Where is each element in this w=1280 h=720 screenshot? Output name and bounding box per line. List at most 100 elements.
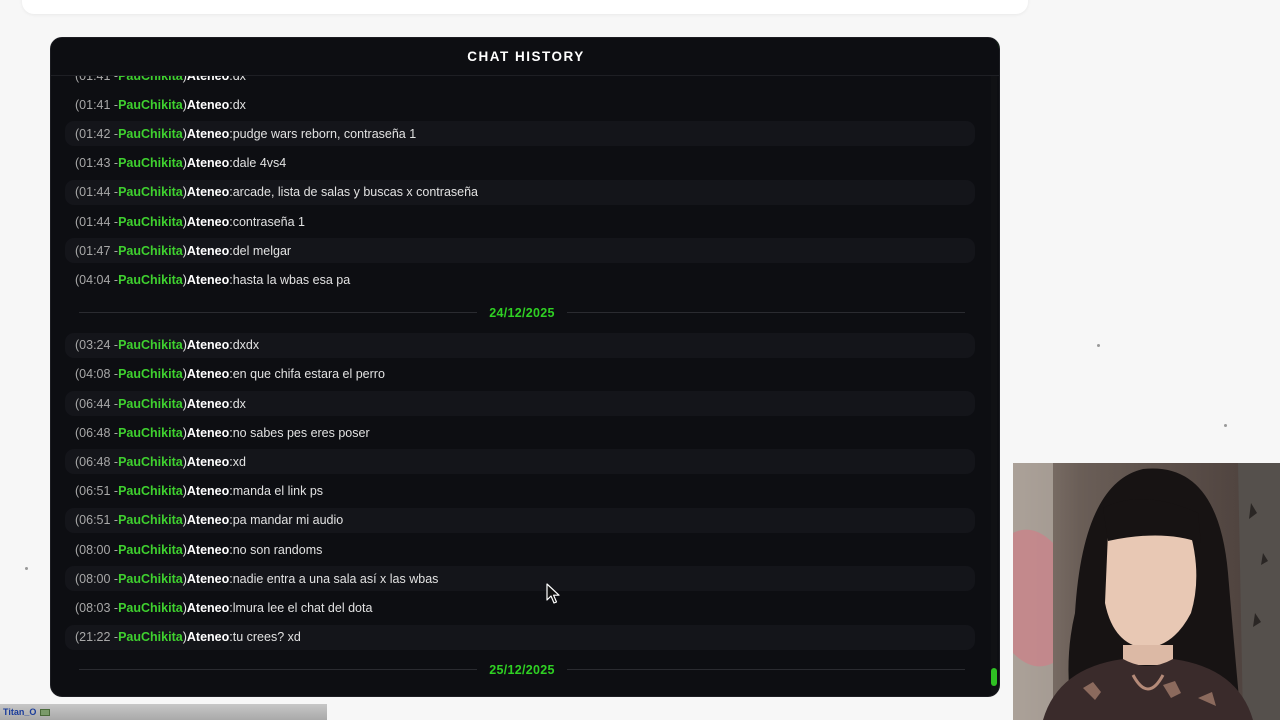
- message-author: Ateneo: [186, 513, 230, 528]
- message-username: PauChikita: [118, 484, 183, 499]
- message-text: dale 4vs4: [232, 156, 287, 171]
- message-author: Ateneo: [186, 97, 230, 112]
- message-username: PauChikita: [118, 513, 183, 528]
- chat-message-row[interactable]: (06:51 - PauChikita) Ateneo: manda el li…: [65, 479, 975, 504]
- date-label: 25/12/2025: [489, 662, 555, 677]
- message-text: xd: [232, 454, 246, 469]
- chat-history-panel: CHAT HISTORY (01:41 - PauChikita) Ateneo…: [50, 37, 1000, 697]
- message-timestamp: (08:00 -: [75, 542, 119, 557]
- message-text: nadie entra a una sala así x las wbas: [232, 571, 439, 586]
- message-timestamp: (04:08 -: [75, 367, 119, 382]
- chat-message-row[interactable]: (08:00 - PauChikita) Ateneo: no son rand…: [65, 537, 975, 562]
- message-timestamp: (01:44 -: [75, 185, 119, 200]
- message-author: Ateneo: [186, 214, 230, 229]
- message-timestamp: (08:03 -: [75, 600, 119, 615]
- separator-line: [79, 312, 478, 314]
- chat-message-row[interactable]: (08:03 - PauChikita) Ateneo: lmura lee e…: [65, 595, 975, 620]
- background-speck: [1097, 344, 1100, 347]
- message-username: PauChikita: [118, 185, 183, 200]
- message-username: PauChikita: [118, 243, 183, 258]
- taskbar-thumbnail-icon[interactable]: [40, 708, 51, 716]
- message-text: dx: [233, 76, 246, 83]
- chat-message-row[interactable]: (04:08 - PauChikita) Ateneo: en que chif…: [65, 362, 975, 387]
- chat-message-row[interactable]: (06:48 - PauChikita) Ateneo: xd: [65, 449, 975, 475]
- background-speck: [1224, 424, 1227, 427]
- chat-message-list[interactable]: (01:41 - PauChikita) Ateneo: dx (01:41 - …: [65, 76, 975, 696]
- date-label: 24/12/2025: [489, 305, 555, 320]
- chat-message-row[interactable]: (06:51 - PauChikita) Ateneo: pa mandar m…: [65, 507, 975, 533]
- chat-message-row[interactable]: (01:43 - PauChikita) Ateneo: dale 4vs4: [65, 151, 975, 176]
- message-timestamp: (01:42 -: [75, 126, 119, 141]
- message-author: Ateneo: [186, 338, 230, 353]
- chat-message-row[interactable]: (01:41 - PauChikita) Ateneo: dx: [65, 92, 975, 117]
- message-timestamp: (06:51 -: [75, 484, 119, 499]
- message-username: PauChikita: [118, 454, 183, 469]
- message-text: dxdx: [232, 338, 260, 353]
- message-text: pa mandar mi audio: [232, 513, 344, 528]
- date-separator: 25/12/2025: [79, 660, 965, 680]
- message-timestamp: (03:24 -: [75, 338, 119, 353]
- message-author: Ateneo: [186, 396, 230, 411]
- taskbar-label[interactable]: Titan_O: [3, 707, 36, 717]
- message-text: manda el link ps: [232, 484, 324, 499]
- chat-message-row[interactable]: (01:42 - PauChikita) Ateneo: pudge wars …: [65, 121, 975, 147]
- mouse-pointer-icon: [546, 583, 560, 604]
- message-timestamp: (01:44 -: [75, 214, 119, 229]
- message-timestamp: (01:41 -: [75, 97, 119, 112]
- message-author: Ateneo: [186, 542, 230, 557]
- chat-message-row[interactable]: (21:22 - PauChikita) Ateneo: tu crees? x…: [65, 624, 975, 650]
- message-text: dx: [232, 396, 246, 411]
- message-timestamp: (06:51 -: [75, 513, 119, 528]
- message-timestamp: (04:04 -: [75, 272, 119, 287]
- message-timestamp: (06:48 -: [75, 425, 119, 440]
- message-text: no sabes pes eres poser: [232, 425, 370, 440]
- message-author: Ateneo: [187, 76, 229, 83]
- message-username: PauChikita: [118, 97, 183, 112]
- chat-message-row[interactable]: (01:41 - PauChikita) Ateneo: dx: [65, 76, 975, 88]
- background-speck: [25, 567, 28, 570]
- message-timestamp: (01:47 -: [75, 243, 119, 258]
- message-timestamp: (06:44 -: [75, 396, 119, 411]
- message-username: PauChikita: [118, 571, 183, 586]
- message-author: Ateneo: [186, 571, 230, 586]
- message-timestamp: (06:48 -: [75, 454, 119, 469]
- message-text: del melgar: [232, 243, 292, 258]
- chat-message-row[interactable]: (06:48 - PauChikita) Ateneo: no sabes pe…: [65, 420, 975, 445]
- webcam-image: [1013, 463, 1280, 720]
- message-text: dx: [232, 97, 246, 112]
- message-text: hasta la wbas esa pa: [232, 272, 351, 287]
- message-text: en que chifa estara el perro: [232, 367, 385, 382]
- chat-message-row[interactable]: (01:47 - PauChikita) Ateneo: del melgar: [65, 238, 975, 264]
- message-username: PauChikita: [118, 76, 183, 83]
- message-username: PauChikita: [118, 338, 183, 353]
- separator-line: [566, 669, 965, 671]
- message-author: Ateneo: [186, 484, 230, 499]
- chat-message-row[interactable]: (01:44 - PauChikita) Ateneo: contraseña …: [65, 209, 975, 234]
- message-text: tu crees? xd: [232, 630, 301, 645]
- chat-message-row[interactable]: (03:24 - PauChikita) Ateneo: dxdx: [65, 332, 975, 358]
- chat-message-row[interactable]: (08:00 - PauChikita) Ateneo: nadie entra…: [65, 566, 975, 592]
- message-author: Ateneo: [186, 367, 230, 382]
- message-timestamp: (21:22 -: [75, 630, 119, 645]
- message-text: arcade, lista de salas y buscas x contra…: [232, 185, 479, 200]
- message-timestamp: (01:43 -: [75, 156, 119, 171]
- chat-message-row[interactable]: (06:44 - PauChikita) Ateneo: dx: [65, 391, 975, 416]
- message-text: pudge wars reborn, contraseña 1: [232, 126, 417, 141]
- message-timestamp: (01:41 -: [75, 76, 118, 83]
- scrollbar-track[interactable]: [991, 46, 997, 694]
- separator-line: [566, 312, 965, 314]
- message-username: PauChikita: [118, 425, 183, 440]
- message-author: Ateneo: [186, 425, 230, 440]
- message-username: PauChikita: [118, 272, 183, 287]
- message-author: Ateneo: [186, 126, 230, 141]
- message-author: Ateneo: [186, 243, 230, 258]
- message-author: Ateneo: [186, 454, 230, 469]
- message-author: Ateneo: [186, 156, 230, 171]
- top-card: [22, 0, 1028, 14]
- taskbar[interactable]: Titan_O: [0, 704, 327, 720]
- chat-message-row[interactable]: (04:04 - PauChikita) Ateneo: hasta la wb…: [65, 267, 975, 292]
- message-username: PauChikita: [118, 542, 183, 557]
- chat-message-row[interactable]: (01:44 - PauChikita) Ateneo: arcade, lis…: [65, 179, 975, 205]
- scrollbar-thumb[interactable]: [991, 668, 997, 686]
- message-username: PauChikita: [118, 126, 183, 141]
